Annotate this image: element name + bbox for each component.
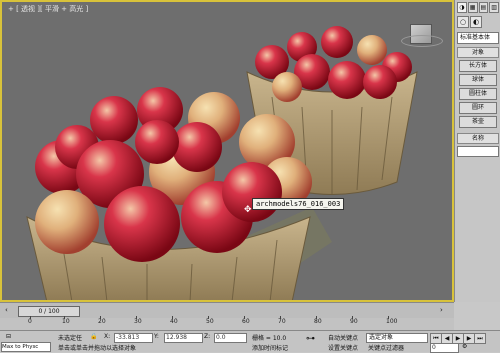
time-slider-bar: ‹ 0 / 100 ›	[0, 302, 454, 319]
tick-label: 50	[206, 316, 214, 325]
listener-icon[interactable]: ⊟	[6, 333, 11, 340]
box-button[interactable]: 长方体	[459, 60, 497, 72]
x-label: X:	[104, 333, 111, 340]
y-label: Y:	[154, 333, 159, 340]
command-panel-tabs: ◑ ▦ ▤ ▥	[455, 0, 500, 15]
name-color-rollout[interactable]: 名称	[457, 133, 499, 144]
tick-label: 30	[134, 316, 142, 325]
tick-label: 20	[98, 316, 106, 325]
primitive-type-dropdown[interactable]: 标准基本体	[457, 32, 499, 44]
key-icon[interactable]: ⊶	[306, 334, 315, 344]
current-frame-field[interactable]: 0	[430, 343, 459, 353]
tick-label: 80	[314, 316, 322, 325]
grid-size: 栅格 = 10.0	[252, 335, 287, 342]
tick-label: 70	[278, 316, 286, 325]
z-label: Z:	[204, 333, 211, 340]
command-panel: ◑ ▦ ▤ ▥ ○ ◐ 标准基本体 对象 长方体 球体 圆柱体 圆环 茶壶 名称	[454, 0, 500, 302]
key-selection-combo[interactable]: 选定对象	[366, 333, 428, 343]
track-bar[interactable]: 10 20 30 40 50 60 70 80 90 100 0	[0, 316, 454, 330]
tick-label: 10	[62, 316, 70, 325]
object-name-field[interactable]	[457, 146, 499, 157]
torus-button[interactable]: 圆环	[459, 102, 497, 114]
sphere-button[interactable]: 球体	[459, 74, 497, 86]
next-frame-icon[interactable]: ›	[440, 306, 443, 314]
viewcube-icon[interactable]	[401, 24, 443, 47]
lock-selection-icon[interactable]: 🔒	[90, 333, 97, 340]
x-coordinate-field[interactable]: -33.813	[114, 333, 153, 343]
geometry-icon[interactable]: ○	[457, 16, 469, 28]
y-coordinate-field[interactable]: 12.938	[164, 333, 203, 343]
time-config-icon[interactable]: ⚙	[462, 343, 467, 350]
teapot-button[interactable]: 茶壶	[459, 116, 497, 128]
cylinder-button[interactable]: 圆柱体	[459, 88, 497, 100]
perspective-viewport[interactable]: + [ 透视 ][ 平滑 + 高光 ] ✥ archmodels76_016_0…	[0, 0, 454, 302]
go-to-end-icon[interactable]: ⏭	[474, 333, 486, 344]
prev-frame-icon[interactable]: ‹	[5, 306, 8, 314]
scene-render	[26, 26, 418, 300]
tick-label: 40	[170, 316, 178, 325]
time-slider[interactable]: 0 / 100	[18, 306, 80, 317]
object-type-rollout[interactable]: 对象	[457, 47, 499, 58]
tick-label: 0	[28, 316, 32, 325]
tab-modify[interactable]: ▦	[467, 2, 478, 13]
tick-label: 60	[242, 316, 250, 325]
status-bar: ⊟ Max to Physc 未选定任 🔒 X: -33.813 Y: 12.9…	[0, 330, 500, 353]
tab-create[interactable]: ◑	[457, 2, 467, 13]
create-category-icons: ○ ◐	[455, 15, 500, 29]
tick-label: 100	[386, 316, 398, 325]
selection-status: 未选定任	[58, 335, 83, 342]
shapes-icon[interactable]: ◐	[470, 16, 482, 28]
move-cursor-icon: ✥	[244, 205, 252, 215]
auto-key-button[interactable]: 自动关键点	[328, 333, 358, 342]
viewport-label[interactable]: + [ 透视 ][ 平滑 + 高光 ]	[8, 4, 88, 14]
tick-label: 90	[350, 316, 358, 325]
primitive-buttons: 长方体 球体 圆柱体 圆环 茶壶	[455, 58, 500, 130]
object-name-tooltip: archmodels76_016_003	[252, 198, 345, 210]
z-coordinate-field[interactable]: 0.0	[214, 333, 247, 343]
tab-hierarchy[interactable]: ▤	[478, 2, 489, 13]
tab-motion[interactable]: ▥	[489, 2, 499, 13]
